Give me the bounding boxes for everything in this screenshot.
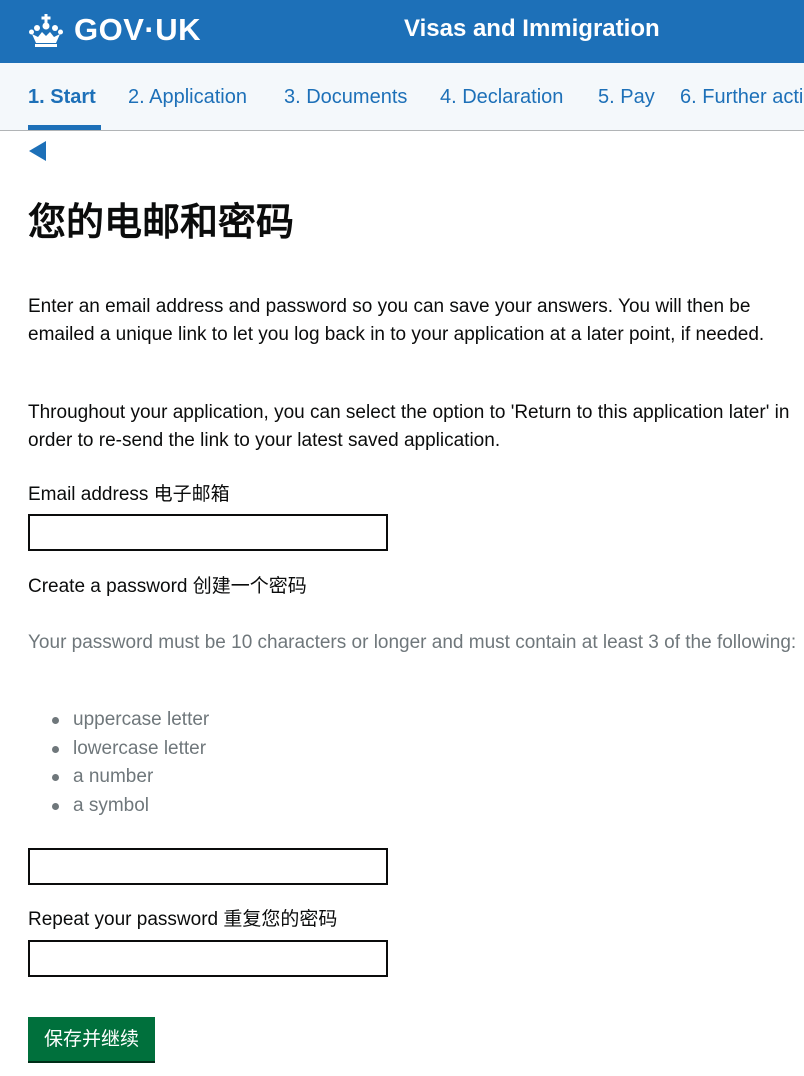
password-input[interactable] bbox=[28, 848, 388, 885]
bullet-icon bbox=[52, 717, 59, 724]
bullet-icon bbox=[52, 802, 59, 810]
save-and-continue-button[interactable]: 保存并继续 bbox=[28, 1017, 156, 1061]
site-header: GOV·UK Visas and Immigration bbox=[0, 0, 804, 63]
list-item: a number bbox=[28, 763, 209, 792]
repeat-password-label: Repeat your password 重复您的密码 bbox=[28, 909, 338, 930]
crown-icon bbox=[29, 14, 63, 47]
list-item: uppercase letter bbox=[28, 706, 209, 735]
password-hint: Your password must be 10 characters or l… bbox=[28, 632, 797, 653]
email-input[interactable] bbox=[28, 514, 388, 551]
step-documents[interactable]: 3. Documents bbox=[284, 83, 407, 111]
step-declaration[interactable]: 4. Declaration bbox=[440, 83, 563, 111]
logo-text: GOV·UK bbox=[74, 12, 201, 47]
back-link[interactable] bbox=[28, 140, 52, 164]
back-arrow-icon bbox=[29, 141, 46, 161]
page-title: 您的电邮和密码 bbox=[28, 200, 295, 244]
bullet-icon bbox=[52, 774, 59, 781]
progress-steps-nav: 1. Start 2. Application 3. Documents 4. … bbox=[0, 63, 804, 131]
return-later-paragraph: Throughout your application, you can sel… bbox=[28, 402, 790, 451]
repeat-password-input[interactable] bbox=[28, 940, 388, 977]
govuk-logo-link[interactable]: GOV·UK bbox=[28, 10, 201, 50]
email-label: Email address 电子邮箱 bbox=[28, 484, 230, 505]
list-item: lowercase letter bbox=[28, 735, 209, 764]
intro-paragraph: Enter an email address and password so y… bbox=[28, 296, 765, 345]
password-label: Create a password 创建一个密码 bbox=[28, 576, 307, 597]
password-rules-list: uppercase letter lowercase letter a numb… bbox=[28, 706, 209, 820]
current-step-indicator bbox=[28, 125, 101, 130]
step-application[interactable]: 2. Application bbox=[128, 83, 247, 111]
list-item: a symbol bbox=[28, 792, 209, 821]
step-pay[interactable]: 5. Pay bbox=[598, 83, 655, 111]
service-name-link[interactable]: Visas and Immigration bbox=[404, 12, 660, 46]
step-start[interactable]: 1. Start bbox=[28, 83, 96, 111]
step-further-action[interactable]: 6. Further action bbox=[680, 83, 804, 111]
bullet-icon bbox=[52, 745, 59, 753]
